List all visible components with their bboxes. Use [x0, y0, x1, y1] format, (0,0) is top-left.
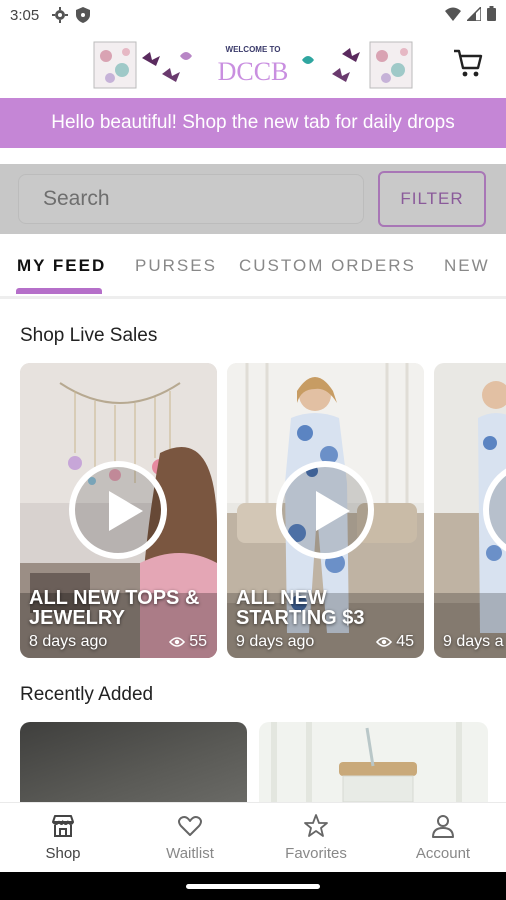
recent-product-card[interactable]	[259, 722, 488, 802]
eye-icon	[376, 637, 393, 647]
views-count: 45	[396, 633, 414, 650]
wifi-icon	[445, 7, 461, 21]
nav-shop[interactable]: Shop	[13, 813, 113, 862]
search-bar: Search FILTER	[0, 164, 506, 234]
logo-name-text: DCCB	[218, 57, 289, 86]
live-sale-title: ALL NEW TOPS & JEWELRY	[29, 587, 200, 629]
signal-icon	[467, 6, 481, 21]
live-sale-time: 9 days ago	[236, 633, 315, 650]
heart-icon	[178, 816, 202, 836]
nav-waitlist[interactable]: Waitlist	[140, 813, 240, 862]
store-logo[interactable]: WELCOME TO DCCB	[92, 40, 414, 92]
play-button[interactable]	[276, 461, 374, 559]
system-nav-bar	[0, 872, 506, 900]
tab-purses[interactable]: PURSES	[135, 256, 217, 276]
promo-banner[interactable]: Hello beautiful! Shop the new tab for da…	[0, 98, 506, 148]
live-sale-views: 55	[169, 633, 207, 651]
live-sales-heading: Shop Live Sales	[20, 325, 158, 346]
tab-my-feed[interactable]: MY FEED	[17, 256, 106, 276]
search-input[interactable]: Search	[18, 174, 364, 224]
nav-favorites-label: Favorites	[285, 845, 347, 862]
live-sale-title: ALL NEW STARTING $3	[236, 587, 365, 629]
status-time: 3:05	[10, 7, 40, 24]
app-header: WELCOME TO DCCB	[0, 32, 506, 98]
tab-new[interactable]: NEW	[444, 256, 490, 276]
live-sale-views: 45	[376, 633, 414, 651]
live-sale-card[interactable]: ALL NEW STARTING $3 9 days ago 45	[227, 363, 424, 658]
views-count: 55	[189, 633, 207, 650]
tab-custom-orders[interactable]: CUSTOM ORDERS	[239, 256, 416, 276]
filter-label: FILTER	[400, 189, 464, 208]
recently-added-heading: Recently Added	[20, 684, 154, 705]
nav-account-label: Account	[415, 845, 471, 862]
eye-icon	[169, 637, 186, 647]
bottom-nav: Shop Waitlist Favorites Account	[0, 802, 506, 873]
tab-active-indicator	[16, 288, 102, 294]
live-sale-card[interactable]: 9 days a	[434, 363, 506, 658]
category-tabs: MY FEED PURSES CUSTOM ORDERS NEW	[0, 234, 506, 299]
person-icon	[432, 815, 454, 838]
nav-shop-label: Shop	[45, 845, 81, 862]
star-icon	[304, 814, 328, 837]
home-gesture-handle[interactable]	[186, 884, 320, 889]
filter-button[interactable]: FILTER	[378, 171, 486, 227]
settings-gear-icon	[52, 7, 68, 23]
promo-text: Hello beautiful! Shop the new tab for da…	[51, 112, 455, 133]
nav-account[interactable]: Account	[393, 813, 493, 862]
logo-welcome-text: WELCOME TO	[226, 45, 281, 54]
cart-icon[interactable]	[452, 48, 484, 78]
battery-icon	[487, 6, 496, 21]
live-sale-time: 9 days a	[443, 633, 504, 650]
store-icon	[52, 815, 74, 837]
play-button[interactable]	[69, 461, 167, 559]
nav-favorites[interactable]: Favorites	[266, 813, 366, 862]
live-sale-card[interactable]: ALL NEW TOPS & JEWELRY 8 days ago 55	[20, 363, 217, 658]
recent-product-card[interactable]	[20, 722, 247, 802]
product-thumbnail	[259, 722, 488, 802]
status-bar: 3:05	[0, 0, 506, 32]
nav-waitlist-label: Waitlist	[166, 845, 214, 862]
live-sale-time: 8 days ago	[29, 633, 108, 650]
search-placeholder: Search	[43, 187, 110, 210]
shield-icon	[76, 7, 90, 23]
product-thumbnail	[20, 722, 247, 802]
